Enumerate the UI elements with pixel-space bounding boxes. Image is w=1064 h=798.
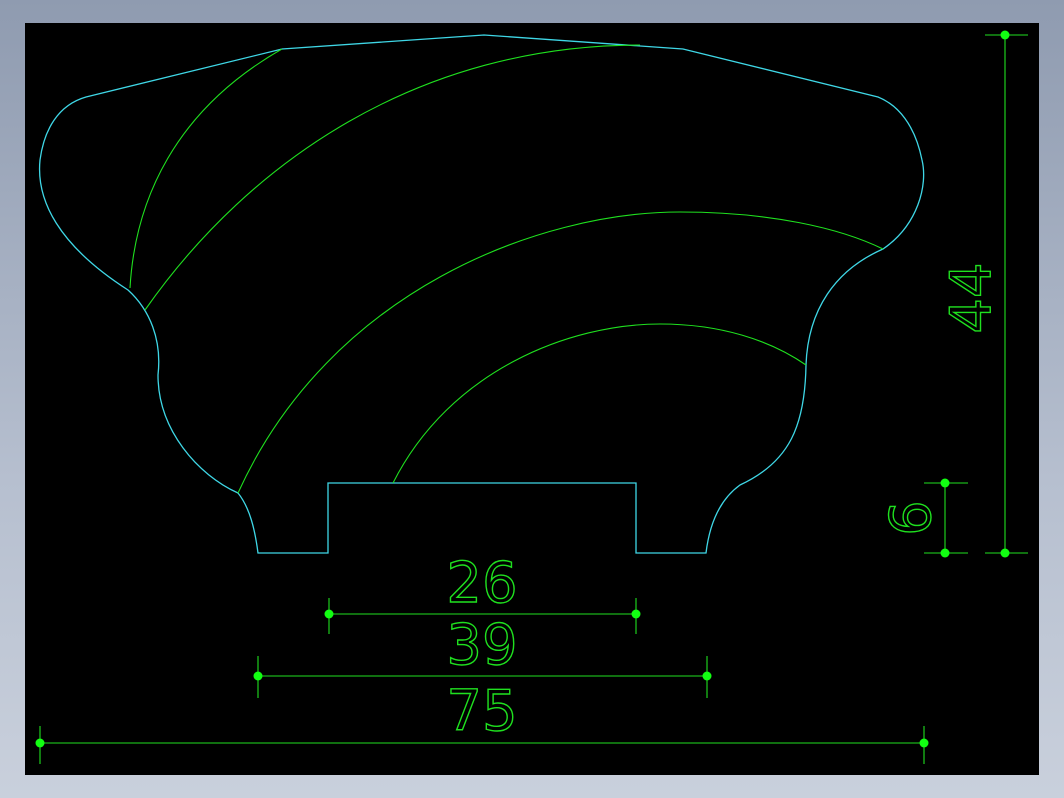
cad-drawing: 26 39 75 44 6 [35,30,1028,764]
dim-text-39[interactable]: 39 [446,612,519,678]
dim-text-75[interactable]: 75 [446,678,519,744]
grip-75-right[interactable] [919,738,929,748]
grip-75-left[interactable] [35,738,45,748]
dim-text-44[interactable]: 44 [938,262,1004,335]
grip-44-bottom[interactable] [1000,548,1010,558]
grip-39-left[interactable] [253,671,263,681]
grip-6-top[interactable] [940,478,950,488]
grip-39-right[interactable] [702,671,712,681]
grip-26-right[interactable] [631,609,641,619]
cad-viewport[interactable]: 26 39 75 44 6 [25,23,1039,775]
grip-44-top[interactable] [1000,30,1010,40]
arc-leaf-large[interactable] [144,44,641,311]
grip-6-bottom[interactable] [940,548,950,558]
arc-leaf-small[interactable] [129,48,283,289]
grip-26-left[interactable] [324,609,334,619]
profile-outline[interactable] [38,34,925,554]
arc-inner-volute[interactable] [392,323,807,484]
dim-text-6[interactable]: 6 [878,499,944,536]
dim-text-26[interactable]: 26 [446,550,519,616]
